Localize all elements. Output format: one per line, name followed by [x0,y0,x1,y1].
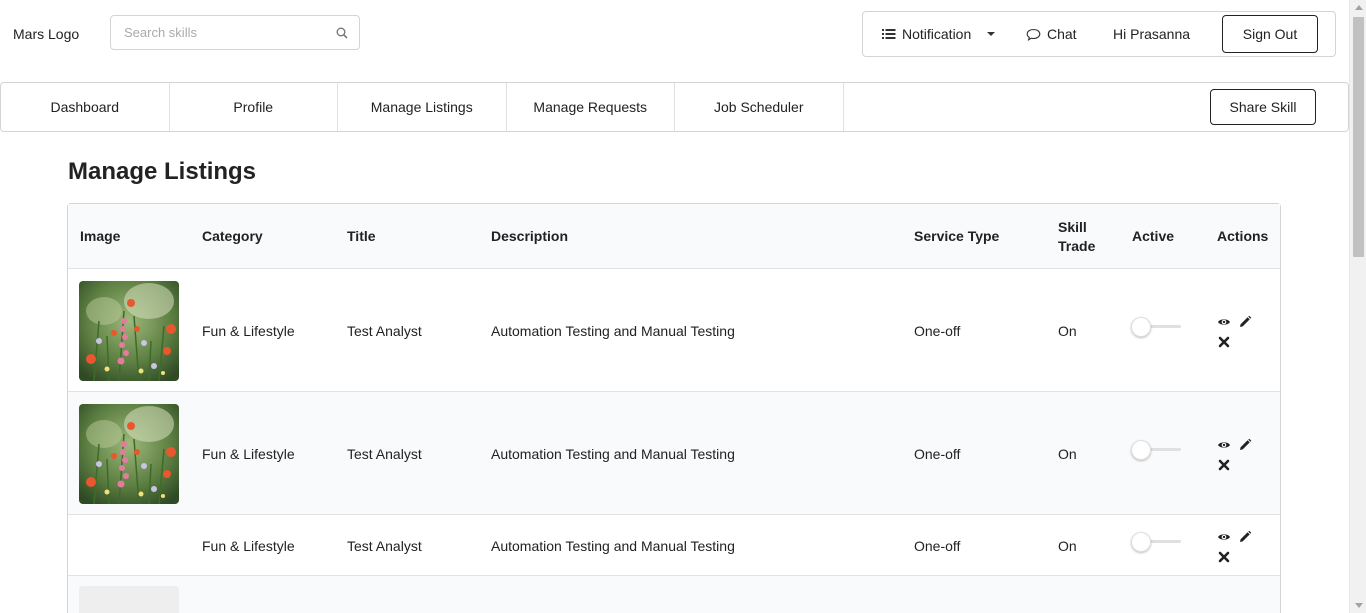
table-body: Fun & Lifestyle Test Analyst Automation Te… [68,269,1280,613]
search-input[interactable] [111,16,321,49]
pencil-icon[interactable] [1238,315,1252,329]
tab-dashboard[interactable]: Dashboard [1,83,170,131]
table-row [68,576,1280,613]
list-icon [882,29,896,39]
notification-dropdown[interactable]: Notification [882,26,996,42]
scroll-up-arrow-icon[interactable] [1355,5,1363,10]
column-header-description[interactable]: Description [491,204,568,269]
user-menu: Notification Chat Hi Prasanna Sign Out [862,11,1336,57]
toggle-knob [1131,531,1151,552]
table-row: Fun & Lifestyle Test Analyst Automation Te… [68,392,1280,515]
table-row: Fun & Lifestyle Test Analyst Automation Te… [68,515,1280,576]
pencil-icon[interactable] [1238,438,1252,452]
title-cell: Test Analyst [347,537,422,554]
column-header-skill-trade[interactable]: Skill Trade [1058,204,1108,269]
row-actions [1217,315,1267,355]
chat-bubble-icon [1026,28,1041,41]
close-icon[interactable] [1217,550,1231,564]
description-cell: Automation Testing and Manual Testing [491,537,735,554]
title-cell: Test Analyst [347,445,422,462]
sign-out-button[interactable]: Sign Out [1222,15,1318,53]
eye-icon[interactable] [1217,315,1231,329]
description-cell: Automation Testing and Manual Testing [491,445,735,462]
pencil-icon[interactable] [1238,530,1252,544]
search-box[interactable] [110,15,360,50]
active-toggle[interactable] [1131,316,1181,337]
toggle-knob [1131,439,1151,460]
listing-image [79,280,179,381]
listing-image [79,403,179,504]
tab-manage-requests[interactable]: Manage Requests [507,83,675,131]
skill-trade-cell: On [1058,445,1077,462]
search-icon[interactable] [336,27,348,39]
title-cell: Test Analyst [347,322,422,339]
row-actions [1217,438,1267,478]
column-header-active[interactable]: Active [1132,204,1174,269]
listing-image-graphic [79,403,179,504]
eye-icon[interactable] [1217,438,1231,452]
active-toggle[interactable] [1131,531,1181,552]
column-header-service-type[interactable]: Service Type [914,204,999,269]
toggle-knob [1131,316,1151,337]
share-skill-button[interactable]: Share Skill [1210,89,1316,125]
column-header-actions[interactable]: Actions [1217,204,1268,269]
skill-trade-cell: On [1058,537,1077,554]
mars-logo[interactable]: Mars Logo [13,26,79,42]
service-type-cell: One-off [914,445,961,462]
service-type-cell: One-off [914,322,961,339]
category-cell: Fun & Lifestyle [202,322,295,339]
chevron-down-icon [987,32,996,36]
category-cell: Fun & Lifestyle [202,537,295,554]
listing-image-graphic [79,280,179,381]
tab-job-scheduler[interactable]: Job Scheduler [675,83,844,131]
chat-label: Chat [1047,26,1077,42]
row-actions [1217,530,1267,570]
category-cell: Fun & Lifestyle [202,445,295,462]
table-row: Fun & Lifestyle Test Analyst Automation Te… [68,269,1280,392]
description-cell: Automation Testing and Manual Testing [491,322,735,339]
user-greeting: Hi Prasanna [1113,26,1191,42]
notification-label: Notification [902,26,972,42]
main-nav: Dashboard Profile Manage Listings Manage… [0,82,1349,132]
table-header: Image Category Title Description Service… [68,204,1280,269]
scrollbar-thumb[interactable] [1353,17,1364,257]
eye-icon[interactable] [1217,530,1231,544]
page-title: Manage Listings [68,158,257,185]
close-icon[interactable] [1217,458,1231,472]
active-toggle[interactable] [1131,439,1181,460]
chat-link[interactable]: Chat [1026,26,1077,42]
tab-profile[interactable]: Profile [170,83,338,131]
column-header-category[interactable]: Category [202,204,263,269]
column-header-image[interactable]: Image [80,204,120,269]
skill-trade-cell: On [1058,322,1077,339]
listing-image-placeholder [79,586,179,613]
scroll-down-arrow-icon[interactable] [1355,603,1363,608]
tab-manage-listings[interactable]: Manage Listings [338,83,507,131]
vertical-scrollbar[interactable] [1349,0,1366,613]
close-icon[interactable] [1217,335,1231,349]
listings-table: Image Category Title Description Service… [67,203,1281,613]
service-type-cell: One-off [914,537,961,554]
column-header-title[interactable]: Title [347,204,376,269]
